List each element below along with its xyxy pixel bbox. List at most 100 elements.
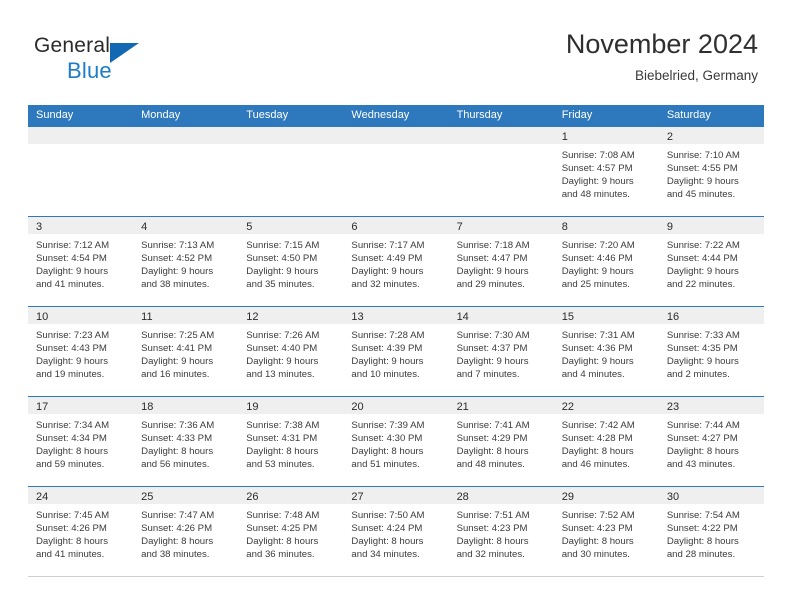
daylight-text-line2: and 51 minutes.	[351, 459, 420, 471]
calendar-cell-empty	[343, 127, 449, 216]
day-number-band: 16	[658, 307, 764, 324]
day-number: 28	[456, 491, 469, 503]
calendar-day-cell[interactable]: 4 Sunrise: 7:13 AM Sunset: 4:52 PM Daylight…	[133, 217, 239, 306]
sunrise-text: Sunrise: 7:36 AM	[141, 420, 215, 431]
daylight-text-line1: Daylight: 8 hours	[456, 446, 529, 458]
day-number: 12	[246, 311, 259, 323]
calendar-cell-empty	[133, 127, 239, 216]
calendar-day-cell[interactable]: 30 Sunrise: 7:54 AM Sunset: 4:22 PM Dayligh…	[658, 487, 764, 576]
calendar-day-cell[interactable]: 1 Sunrise: 7:08 AM Sunset: 4:57 PM Daylight…	[553, 127, 659, 216]
sunrise-text: Sunrise: 7:20 AM	[561, 240, 635, 251]
day-number-band: 13	[343, 307, 449, 324]
sunset-text: Sunset: 4:29 PM	[456, 433, 528, 445]
day-details: Sunrise: 7:30 AM Sunset: 4:37 PM Daylight:…	[449, 324, 554, 381]
daylight-text-line1: Daylight: 8 hours	[351, 446, 424, 458]
sunset-text: Sunset: 4:25 PM	[246, 523, 318, 535]
weekday-header-friday: Friday	[561, 109, 593, 121]
calendar-day-cell[interactable]: 26 Sunrise: 7:48 AM Sunset: 4:25 PM Dayligh…	[238, 487, 344, 576]
daylight-text-line1: Daylight: 9 hours	[456, 356, 529, 368]
general-blue-logo[interactable]: General Blue	[34, 34, 174, 90]
calendar-day-cell[interactable]: 7 Sunrise: 7:18 AM Sunset: 4:47 PM Daylight…	[448, 217, 554, 306]
day-number-band	[28, 127, 134, 144]
day-number-band: 20	[343, 397, 449, 414]
day-number: 26	[246, 491, 259, 503]
day-details: Sunrise: 7:22 AM Sunset: 4:44 PM Daylight:…	[659, 234, 764, 291]
sunrise-text: Sunrise: 7:08 AM	[561, 150, 635, 161]
day-number-band: 29	[553, 487, 659, 504]
daylight-text-line2: and 4 minutes.	[561, 369, 625, 381]
weekday-header-saturday: Saturday	[666, 109, 711, 121]
day-details: Sunrise: 7:08 AM Sunset: 4:57 PM Daylight:…	[554, 144, 659, 201]
calendar-day-cell[interactable]: 3 Sunrise: 7:12 AM Sunset: 4:54 PM Daylight…	[28, 217, 134, 306]
calendar-day-cell[interactable]: 23 Sunrise: 7:44 AM Sunset: 4:27 PM Dayligh…	[658, 397, 764, 486]
day-details: Sunrise: 7:50 AM Sunset: 4:24 PM Daylight:…	[343, 504, 448, 561]
daylight-text-line2: and 16 minutes.	[141, 369, 210, 381]
day-number-band: 12	[238, 307, 344, 324]
day-details	[28, 144, 133, 149]
calendar-day-cell[interactable]: 5 Sunrise: 7:15 AM Sunset: 4:50 PM Daylight…	[238, 217, 344, 306]
daylight-text-line2: and 13 minutes.	[246, 369, 315, 381]
calendar-day-cell[interactable]: 11 Sunrise: 7:25 AM Sunset: 4:41 PM Dayligh…	[133, 307, 239, 396]
day-details	[133, 144, 238, 149]
sunrise-text: Sunrise: 7:13 AM	[141, 240, 215, 251]
sunset-text: Sunset: 4:30 PM	[351, 433, 423, 445]
day-details: Sunrise: 7:44 AM Sunset: 4:27 PM Daylight:…	[659, 414, 764, 471]
calendar-day-cell[interactable]: 22 Sunrise: 7:42 AM Sunset: 4:28 PM Dayligh…	[553, 397, 659, 486]
day-number-band: 25	[133, 487, 239, 504]
daylight-text-line1: Daylight: 9 hours	[351, 356, 424, 368]
calendar-day-cell[interactable]: 13 Sunrise: 7:28 AM Sunset: 4:39 PM Dayligh…	[343, 307, 449, 396]
daylight-text-line1: Daylight: 8 hours	[561, 536, 634, 548]
day-number-band	[238, 127, 344, 144]
calendar-day-cell[interactable]: 15 Sunrise: 7:31 AM Sunset: 4:36 PM Dayligh…	[553, 307, 659, 396]
sunset-text: Sunset: 4:26 PM	[36, 523, 107, 535]
calendar-day-cell[interactable]: 29 Sunrise: 7:52 AM Sunset: 4:23 PM Dayligh…	[553, 487, 659, 576]
weekday-header-thursday: Thursday	[456, 109, 503, 121]
daylight-text-line1: Daylight: 8 hours	[666, 446, 739, 458]
calendar-page: General Blue November 2024 Biebelried, G…	[0, 0, 792, 612]
daylight-text-line2: and 41 minutes.	[36, 279, 105, 291]
daylight-text-line2: and 10 minutes.	[351, 369, 420, 381]
sunset-text: Sunset: 4:24 PM	[351, 523, 423, 535]
calendar-day-cell[interactable]: 27 Sunrise: 7:50 AM Sunset: 4:24 PM Dayligh…	[343, 487, 449, 576]
calendar-day-cell[interactable]: 14 Sunrise: 7:30 AM Sunset: 4:37 PM Dayligh…	[448, 307, 554, 396]
calendar-day-cell[interactable]: 9 Sunrise: 7:22 AM Sunset: 4:44 PM Daylight…	[658, 217, 764, 306]
sunset-text: Sunset: 4:46 PM	[561, 253, 633, 265]
day-details: Sunrise: 7:48 AM Sunset: 4:25 PM Daylight:…	[238, 504, 343, 561]
calendar-day-cell[interactable]: 8 Sunrise: 7:20 AM Sunset: 4:46 PM Daylight…	[553, 217, 659, 306]
weekday-header-monday: Monday	[141, 109, 181, 121]
daylight-text-line2: and 48 minutes.	[456, 459, 525, 471]
sunset-text: Sunset: 4:36 PM	[561, 343, 633, 355]
day-number-band: 30	[658, 487, 764, 504]
calendar-cell-empty	[28, 127, 134, 216]
daylight-text-line1: Daylight: 8 hours	[36, 536, 108, 548]
calendar-day-cell[interactable]: 25 Sunrise: 7:47 AM Sunset: 4:26 PM Dayligh…	[133, 487, 239, 576]
calendar-day-cell[interactable]: 24 Sunrise: 7:45 AM Sunset: 4:26 PM Dayligh…	[28, 487, 134, 576]
day-details: Sunrise: 7:47 AM Sunset: 4:26 PM Daylight:…	[133, 504, 238, 561]
day-details: Sunrise: 7:42 AM Sunset: 4:28 PM Daylight:…	[554, 414, 659, 471]
calendar-day-cell[interactable]: 10 Sunrise: 7:23 AM Sunset: 4:43 PM Dayligh…	[28, 307, 134, 396]
page-subtitle: Biebelried, Germany	[634, 68, 758, 83]
calendar-day-cell[interactable]: 20 Sunrise: 7:39 AM Sunset: 4:30 PM Dayligh…	[343, 397, 449, 486]
day-number-band: 21	[448, 397, 554, 414]
daylight-text-line1: Daylight: 8 hours	[36, 446, 108, 458]
day-number: 3	[36, 221, 43, 233]
daylight-text-line1: Daylight: 9 hours	[246, 356, 319, 368]
calendar-day-cell[interactable]: 28 Sunrise: 7:51 AM Sunset: 4:23 PM Dayligh…	[448, 487, 554, 576]
day-number: 19	[246, 401, 259, 413]
daylight-text-line1: Daylight: 9 hours	[36, 356, 108, 368]
calendar-day-cell[interactable]: 19 Sunrise: 7:38 AM Sunset: 4:31 PM Dayligh…	[238, 397, 344, 486]
daylight-text-line2: and 28 minutes.	[666, 549, 736, 561]
calendar-day-cell[interactable]: 18 Sunrise: 7:36 AM Sunset: 4:33 PM Dayligh…	[133, 397, 239, 486]
day-number-band: 17	[28, 397, 134, 414]
day-details: Sunrise: 7:34 AM Sunset: 4:34 PM Daylight:…	[28, 414, 133, 471]
triangle-icon	[110, 43, 139, 63]
day-number: 5	[246, 221, 253, 233]
calendar-day-cell[interactable]: 17 Sunrise: 7:34 AM Sunset: 4:34 PM Dayligh…	[28, 397, 134, 486]
day-number-band	[133, 127, 239, 144]
calendar-day-cell[interactable]: 21 Sunrise: 7:41 AM Sunset: 4:29 PM Dayligh…	[448, 397, 554, 486]
daylight-text-line2: and 41 minutes.	[36, 549, 105, 561]
calendar-day-cell[interactable]: 6 Sunrise: 7:17 AM Sunset: 4:49 PM Daylight…	[343, 217, 449, 306]
calendar-day-cell[interactable]: 12 Sunrise: 7:26 AM Sunset: 4:40 PM Dayligh…	[238, 307, 344, 396]
calendar-day-cell[interactable]: 16 Sunrise: 7:33 AM Sunset: 4:35 PM Dayligh…	[658, 307, 764, 396]
calendar-day-cell[interactable]: 2 Sunrise: 7:10 AM Sunset: 4:55 PM Daylight…	[658, 127, 764, 216]
